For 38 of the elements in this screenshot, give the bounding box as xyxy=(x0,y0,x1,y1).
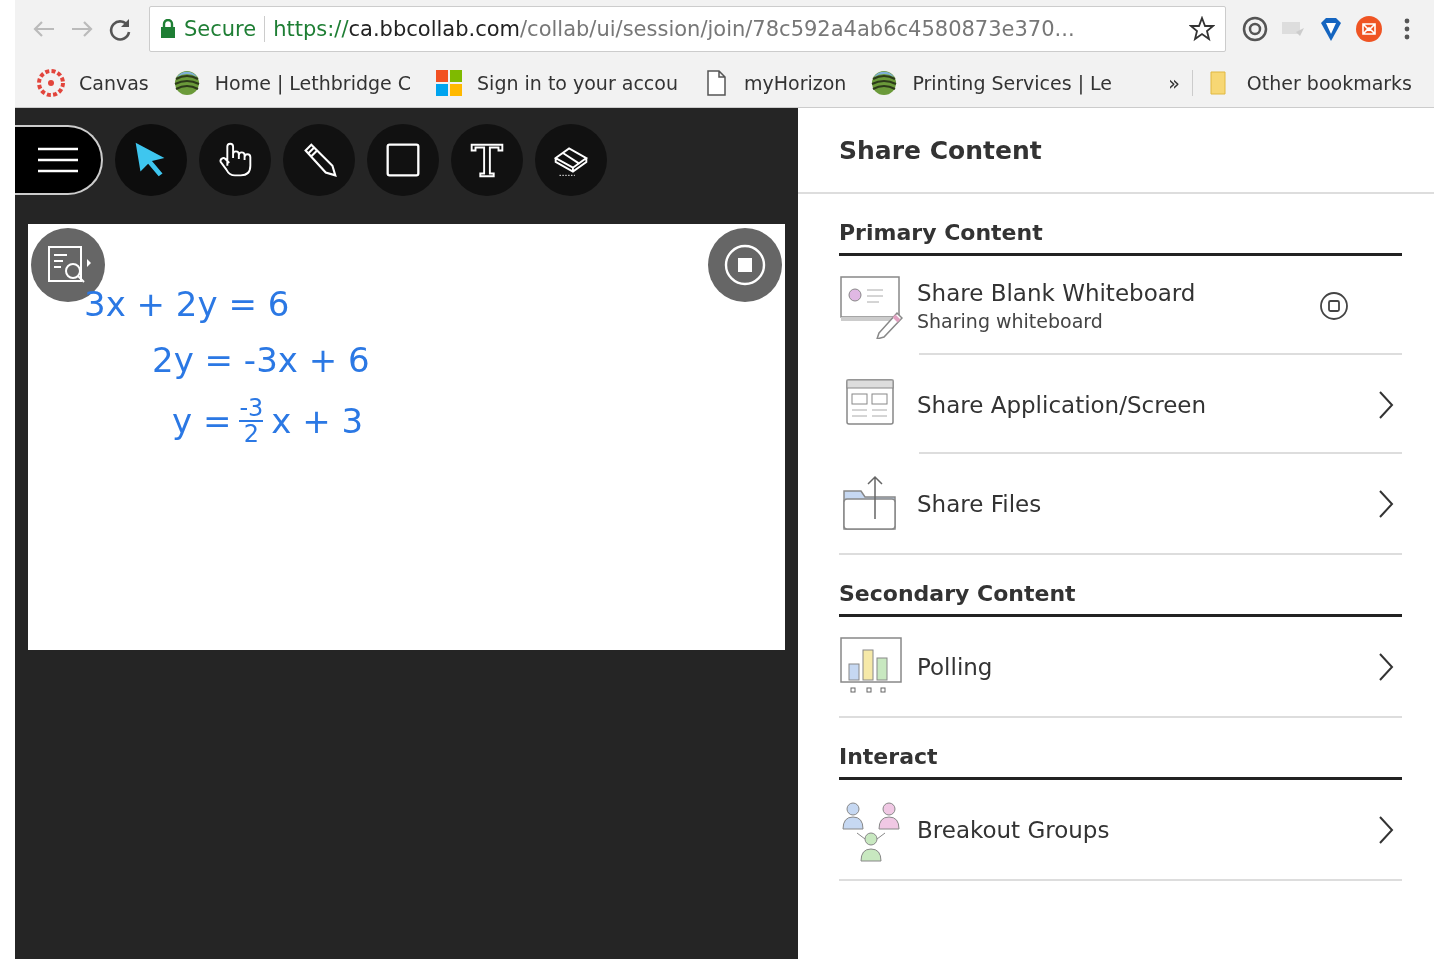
section-heading: Secondary Content xyxy=(839,555,1402,617)
option-status: Sharing whiteboard xyxy=(917,309,1104,332)
menu-button[interactable] xyxy=(15,125,103,195)
stop-icon xyxy=(723,243,767,287)
other-bookmarks-link[interactable]: Other bookmarks xyxy=(1246,71,1412,94)
share-option[interactable]: Polling xyxy=(839,617,1402,718)
option-label: Share Files xyxy=(917,490,1043,517)
bookmark-link[interactable]: Home | Lethbridge C xyxy=(214,71,412,94)
option-label: Share Blank Whiteboard xyxy=(917,279,1197,306)
secure-label: Secure xyxy=(184,17,257,41)
globe-icon xyxy=(870,68,899,97)
bookmark-link[interactable]: myHorizon xyxy=(743,71,847,94)
address-bar[interactable]: Secure https://ca.bbcollab.com/collab/ui/session/join/78c592a4ab6c4580873e370... xyxy=(149,6,1226,52)
share-option[interactable]: Share Application/Screen xyxy=(839,355,1402,454)
bookmark-link[interactable]: Canvas xyxy=(79,71,149,94)
share-option[interactable]: Breakout Groups xyxy=(839,780,1402,881)
handwritten-equation: 2y = -3x + 6 xyxy=(152,340,370,380)
four-squares-icon xyxy=(435,68,464,97)
option-label: Polling xyxy=(917,653,994,680)
stop-icon[interactable] xyxy=(1318,289,1350,322)
globe-icon xyxy=(172,68,201,97)
bookmark-link[interactable]: Sign in to your accou xyxy=(477,71,678,94)
menu-icon xyxy=(36,145,80,175)
lock-icon xyxy=(160,19,176,39)
section-heading: Primary Content xyxy=(839,194,1402,256)
panel-title: Share Content xyxy=(798,108,1434,194)
section-heading: Interact xyxy=(839,718,1402,780)
option-label: Share Application/Screen xyxy=(917,391,1208,418)
handwritten-equation: 3x + 2y = 6 xyxy=(84,284,291,324)
share-option[interactable]: Share Blank Whiteboard Sharing whiteboard xyxy=(839,256,1402,355)
share-option[interactable]: Share Files xyxy=(839,454,1402,555)
bookmarks-overflow[interactable]: » xyxy=(1156,71,1192,94)
envelope-badge-icon[interactable] xyxy=(1354,14,1384,44)
option-label: Breakout Groups xyxy=(917,816,1111,843)
bookmark-link[interactable]: Printing Services | Le xyxy=(912,71,1113,94)
canvas-logo-icon xyxy=(37,68,65,97)
url-text: https://ca.bbcollab.com/collab/ui/session/join/78c592a4ab6c4580873e370... xyxy=(273,17,1076,41)
star-icon[interactable] xyxy=(1189,16,1215,42)
